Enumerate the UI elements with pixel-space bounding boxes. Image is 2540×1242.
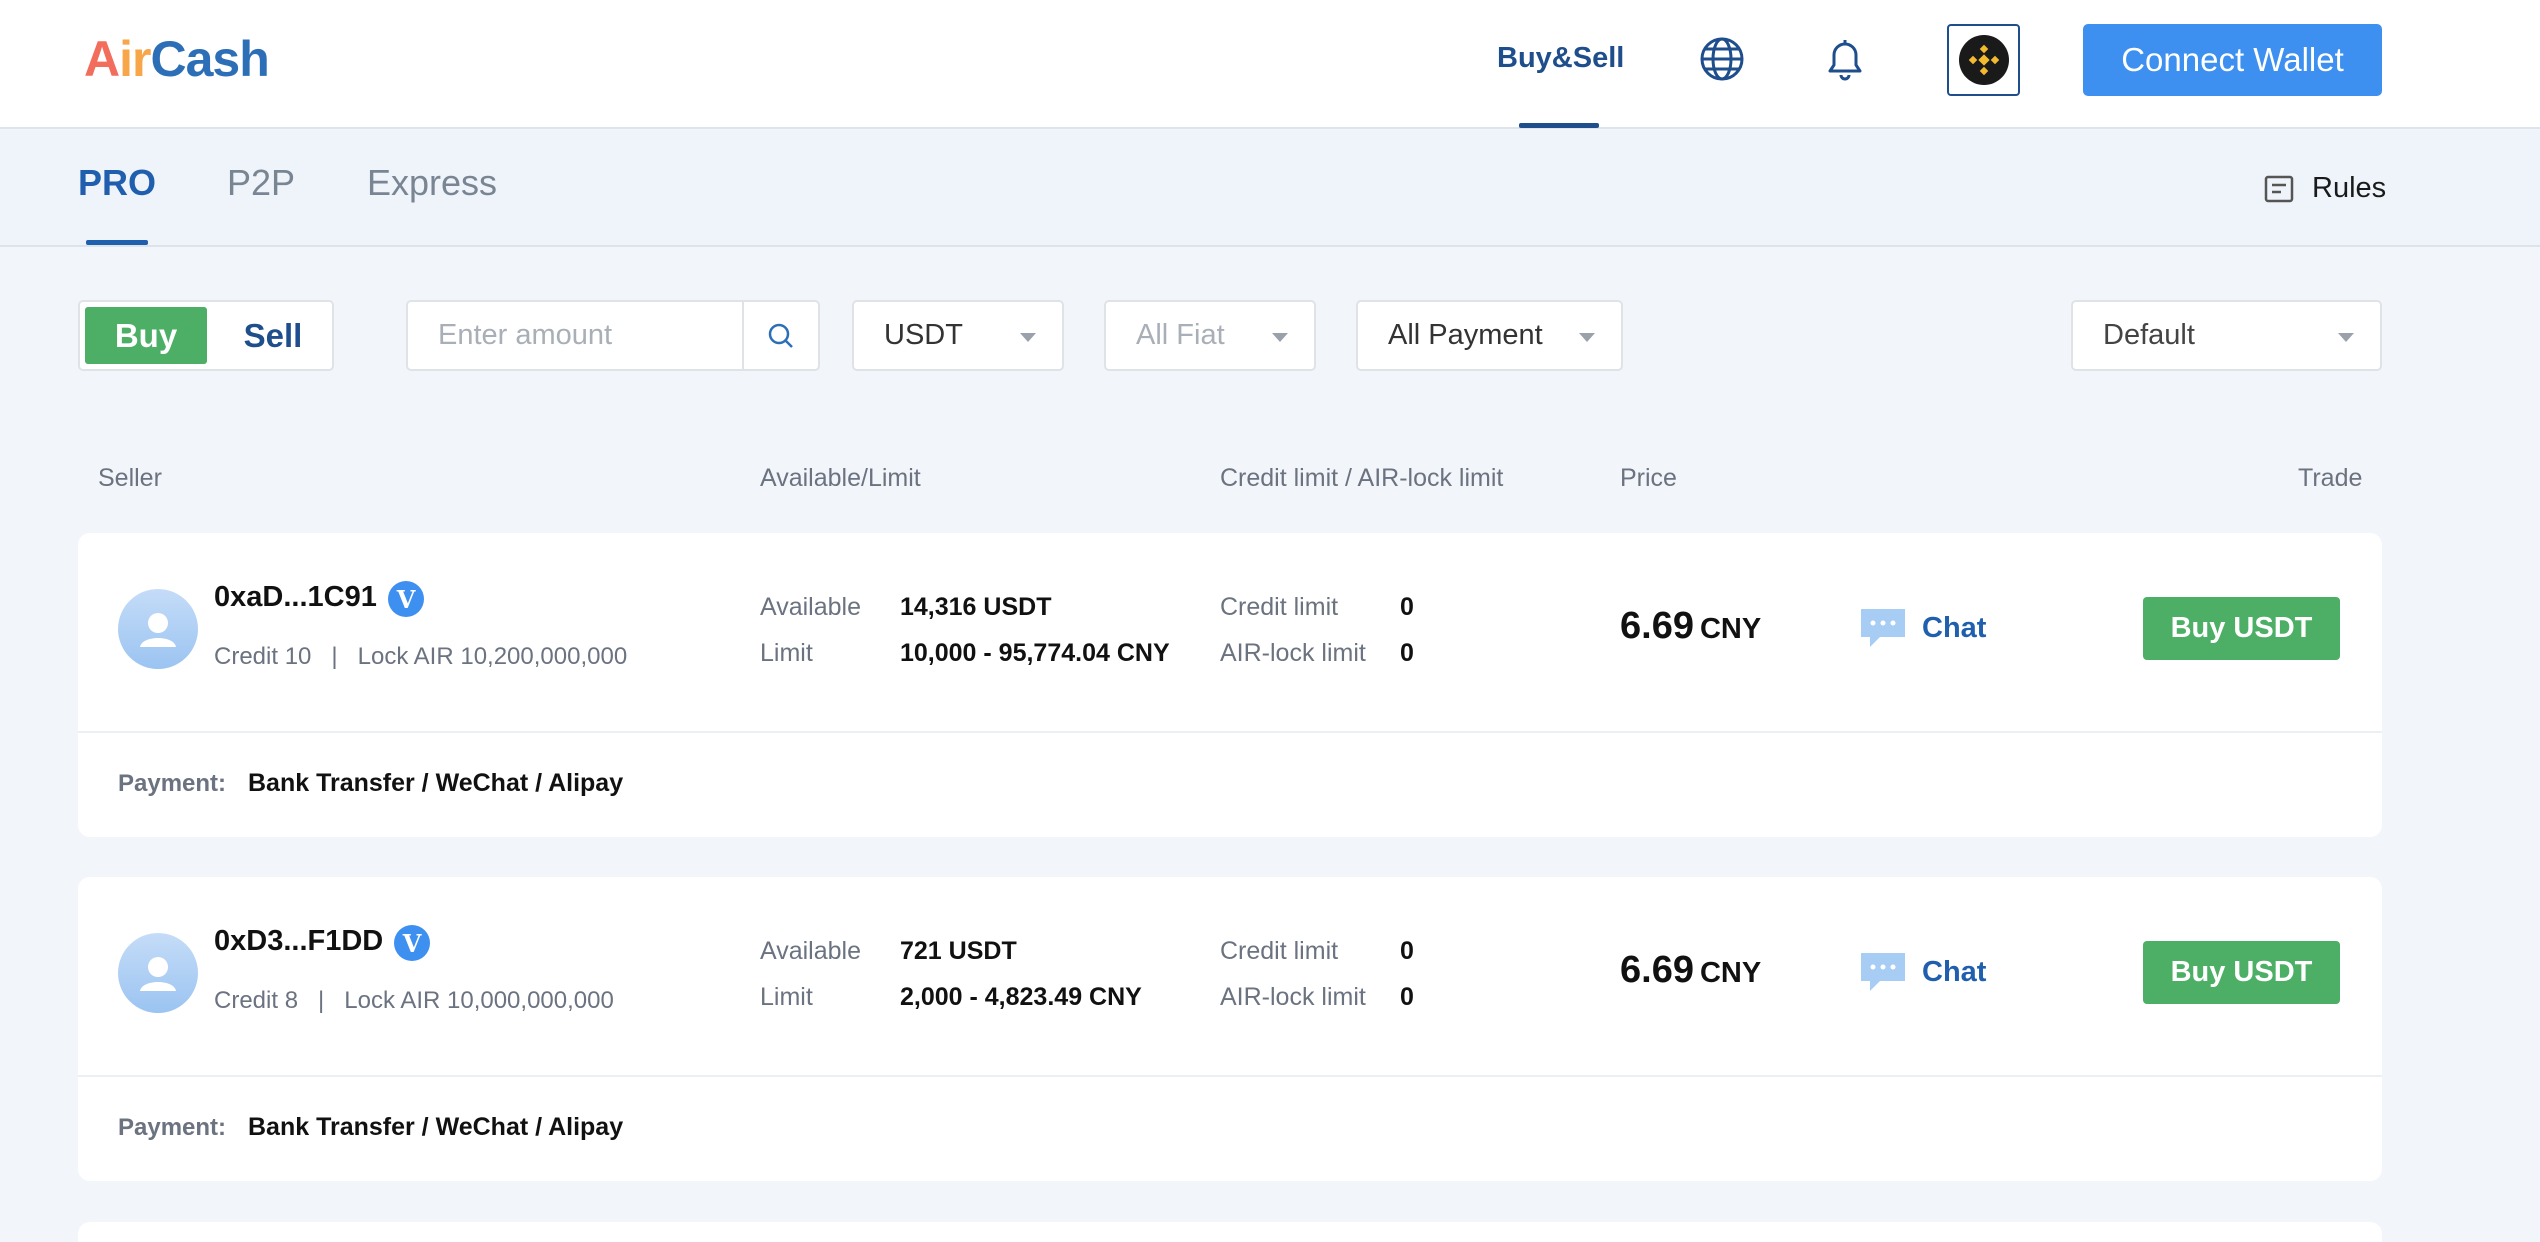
- chevron-down-icon: [1272, 333, 1288, 342]
- user-icon: [140, 957, 176, 991]
- search-button[interactable]: [742, 302, 818, 369]
- search-icon: [768, 323, 793, 348]
- price-value: 6.69: [1620, 949, 1694, 991]
- wallet-avatar-button[interactable]: [1947, 24, 2020, 96]
- document-icon: [2264, 175, 2294, 202]
- amount-input[interactable]: [408, 302, 742, 369]
- sort-select-value: Default: [2103, 319, 2195, 351]
- chevron-down-icon: [2338, 333, 2354, 342]
- asset-select-value: USDT: [884, 319, 963, 351]
- aircash-logo[interactable]: AirCash: [84, 30, 270, 88]
- available-label: Available: [760, 937, 862, 965]
- buy-sell-toggle: Buy Sell: [78, 300, 334, 371]
- chat-label: Chat: [1922, 955, 1987, 988]
- header-available-limit: Available/Limit: [760, 464, 921, 492]
- tab-active-underline: [86, 240, 148, 245]
- header-trade: Trade: [2298, 464, 2363, 492]
- tab-p2p[interactable]: P2P: [227, 162, 295, 204]
- payment-select-value: All Payment: [1388, 319, 1543, 351]
- price-currency: CNY: [1699, 957, 1762, 989]
- sort-select[interactable]: Default: [2071, 300, 2382, 371]
- nav-active-underline: [1519, 123, 1599, 128]
- available-label: Available: [760, 593, 862, 621]
- rules-label: Rules: [2312, 172, 2387, 204]
- avatar: [118, 589, 198, 669]
- avatar: [118, 933, 198, 1013]
- globe-icon[interactable]: [1697, 34, 1747, 84]
- header-price: Price: [1620, 464, 1677, 492]
- verified-badge-icon: V: [394, 925, 430, 961]
- price-value: 6.69: [1620, 605, 1694, 647]
- rules-link[interactable]: Rules: [2264, 172, 2386, 205]
- table-row: 0xaD...1C91 V Credit 10 | Lock AIR 10,20…: [78, 533, 2382, 837]
- tab-pro[interactable]: PRO: [78, 162, 156, 204]
- seller-credit-lock: Credit 10 | Lock AIR 10,200,000,000: [214, 643, 628, 670]
- nav-buy-sell[interactable]: Buy&Sell: [1497, 42, 1624, 75]
- buy-usdt-button[interactable]: Buy USDT: [2143, 597, 2340, 660]
- user-icon: [140, 613, 176, 647]
- header-seller: Seller: [98, 464, 162, 492]
- limit-value: 2,000 - 4,823.49 CNY: [900, 983, 1142, 1011]
- chat-bubble-icon: [1861, 609, 1905, 647]
- seller-address[interactable]: 0xaD...1C91: [214, 581, 377, 614]
- airlock-limit-value: 0: [1400, 983, 1414, 1011]
- airlock-limit-label: AIR-lock limit: [1220, 983, 1366, 1011]
- amount-search-box: [406, 300, 820, 371]
- limit-label: Limit: [760, 983, 813, 1011]
- limit-label: Limit: [760, 639, 813, 667]
- chevron-down-icon: [1020, 333, 1036, 342]
- airlock-limit-value: 0: [1400, 639, 1414, 667]
- airlock-limit-label: AIR-lock limit: [1220, 639, 1366, 667]
- connect-wallet-button[interactable]: Connect Wallet: [2083, 24, 2382, 96]
- credit-limit-value: 0: [1400, 937, 1414, 965]
- header-credit-limit: Credit limit / AIR-lock limit: [1220, 464, 1504, 492]
- asset-select[interactable]: USDT: [852, 300, 1064, 371]
- table-row: [78, 1222, 2382, 1242]
- buy-toggle-button[interactable]: Buy: [85, 307, 207, 364]
- payment-label: Payment:: [118, 770, 227, 797]
- chevron-down-icon: [1579, 333, 1595, 342]
- sell-toggle-button[interactable]: Sell: [218, 307, 328, 364]
- seller-credit-lock: Credit 8 | Lock AIR 10,000,000,000: [214, 987, 614, 1014]
- chat-button[interactable]: Chat: [1858, 949, 1986, 995]
- credit-limit-value: 0: [1400, 593, 1414, 621]
- verified-badge-icon: V: [388, 581, 424, 617]
- price: 6.69 CNY: [1620, 605, 1761, 648]
- payment-methods: Bank Transfer / WeChat / Alipay: [248, 769, 624, 797]
- tab-express[interactable]: Express: [367, 162, 497, 204]
- fiat-select-value: All Fiat: [1136, 319, 1225, 351]
- bnb-avatar-icon: [1958, 35, 2009, 85]
- payment-select[interactable]: All Payment: [1356, 300, 1623, 371]
- fiat-select[interactable]: All Fiat: [1104, 300, 1316, 371]
- row-divider: [78, 731, 2382, 733]
- payment-label: Payment:: [118, 1114, 227, 1141]
- top-header: AirCash Buy&Sell Connect Wallet: [0, 0, 2540, 129]
- available-value: 721 USDT: [900, 937, 1017, 965]
- credit-limit-label: Credit limit: [1220, 937, 1339, 965]
- limit-value: 10,000 - 95,774.04 CNY: [900, 639, 1170, 667]
- available-value: 14,316 USDT: [900, 593, 1052, 621]
- payment-methods: Bank Transfer / WeChat / Alipay: [248, 1113, 624, 1141]
- row-divider: [78, 1075, 2382, 1077]
- bell-icon[interactable]: [1820, 34, 1870, 84]
- table-row: 0xD3...F1DD V Credit 8 | Lock AIR 10,000…: [78, 877, 2382, 1181]
- chat-bubble-icon: [1861, 953, 1905, 991]
- seller-address[interactable]: 0xD3...F1DD: [214, 925, 383, 958]
- price: 6.69 CNY: [1620, 949, 1761, 992]
- buy-usdt-button[interactable]: Buy USDT: [2143, 941, 2340, 1004]
- chat-label: Chat: [1922, 611, 1987, 644]
- mode-tabs-bar: PRO P2P Express Rules: [0, 130, 2540, 247]
- price-currency: CNY: [1699, 613, 1762, 645]
- chat-button[interactable]: Chat: [1858, 605, 1986, 651]
- credit-limit-label: Credit limit: [1220, 593, 1339, 621]
